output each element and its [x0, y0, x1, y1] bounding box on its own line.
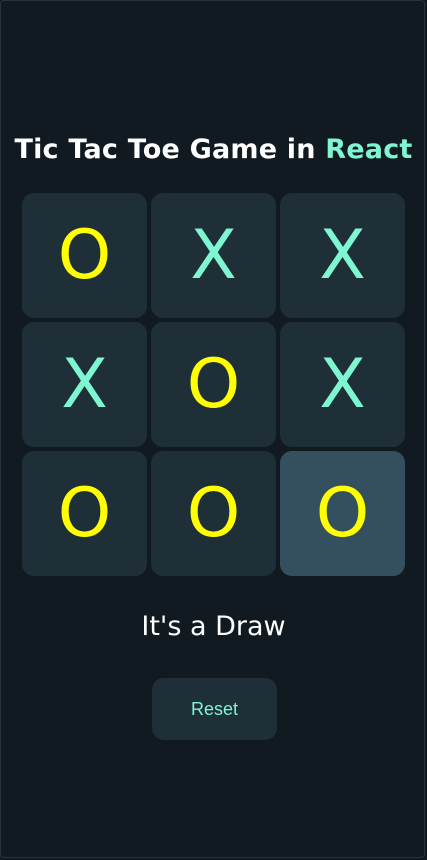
board-cell[interactable]: O — [151, 322, 276, 447]
board-cell[interactable]: O — [22, 193, 147, 318]
board-cell[interactable]: O — [151, 451, 276, 576]
board-cell[interactable]: X — [151, 193, 276, 318]
title-prefix: Tic Tac Toe Game in — [14, 134, 326, 165]
board-cell[interactable]: X — [280, 322, 405, 447]
title-accent: React — [325, 134, 413, 165]
board-cell[interactable]: O — [280, 451, 405, 576]
page-title: Tic Tac Toe Game in React — [0, 134, 427, 165]
board-cell[interactable]: O — [22, 451, 147, 576]
board-cell[interactable]: X — [22, 322, 147, 447]
game-status: It's a Draw — [141, 611, 286, 642]
game-board: O X X X O X O O O — [22, 193, 406, 576]
reset-button[interactable]: Reset — [152, 678, 277, 740]
board-cell[interactable]: X — [280, 193, 405, 318]
